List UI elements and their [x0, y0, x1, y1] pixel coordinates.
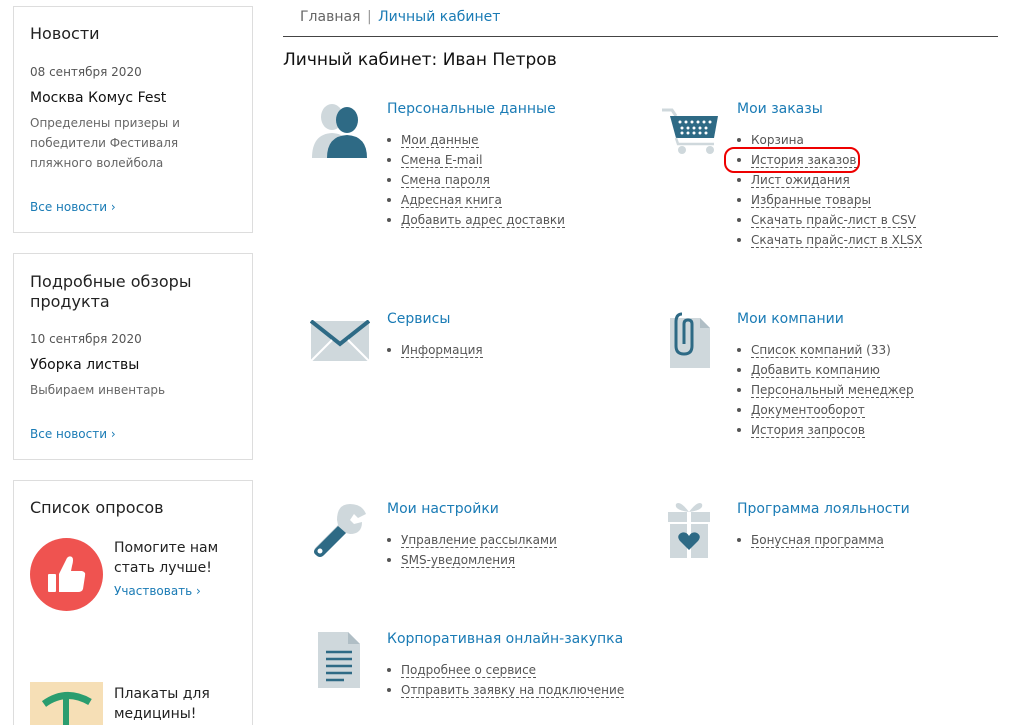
- favorites-link[interactable]: Избранные товары: [751, 193, 871, 208]
- news-date: 08 сентября 2020: [30, 65, 142, 79]
- polls-card-title: Список опросов: [30, 498, 164, 517]
- breadcrumb-home[interactable]: Главная: [300, 9, 360, 25]
- header-divider: [283, 36, 998, 37]
- link-bonus-program: Бонусная программа: [737, 530, 884, 550]
- paperclip-document-icon: [668, 312, 712, 370]
- link-price-csv: Скачать прайс-лист в CSV: [737, 210, 922, 230]
- personal-data-links: Мои данные Смена E-mail Смена пароля Адр…: [387, 130, 565, 230]
- document-icon: [316, 630, 362, 690]
- news-text: Определены призеры и победители Фестивал…: [30, 116, 180, 170]
- wait-list-link[interactable]: Лист ожидания: [751, 173, 850, 188]
- link-wait-list: Лист ожидания: [737, 170, 922, 190]
- user-icon: [310, 100, 370, 160]
- price-csv-link[interactable]: Скачать прайс-лист в CSV: [751, 213, 916, 228]
- document-flow-link[interactable]: Документооборот: [751, 403, 865, 418]
- loyalty-program-title[interactable]: Программа лояльности: [737, 501, 910, 517]
- services-title[interactable]: Сервисы: [387, 311, 450, 327]
- loyalty-program-links: Бонусная программа: [737, 530, 884, 550]
- my-settings-title[interactable]: Мои настройки: [387, 501, 499, 517]
- request-history-link[interactable]: История запросов: [751, 423, 865, 438]
- link-send-request: Отправить заявку на подключение: [387, 680, 625, 700]
- poll-item-2-line2: медицины!: [114, 706, 197, 722]
- shopping-cart-icon: [660, 106, 722, 156]
- my-data-link[interactable]: Мои данные: [401, 133, 479, 148]
- link-sms-notifications: SMS-уведомления: [387, 550, 557, 570]
- thumbs-up-icon[interactable]: [30, 538, 103, 611]
- breadcrumb-separator: |: [366, 9, 372, 25]
- corporate-purchase-title[interactable]: Корпоративная онлайн-закупка: [387, 631, 623, 647]
- information-link[interactable]: Информация: [401, 343, 483, 358]
- participate-link[interactable]: Участвовать ›: [114, 584, 201, 598]
- link-manage-mailings: Управление рассылками: [387, 530, 557, 550]
- add-company-link[interactable]: Добавить компанию: [751, 363, 880, 378]
- link-change-email: Смена E-mail: [387, 150, 565, 170]
- bonus-program-link[interactable]: Бонусная программа: [751, 533, 884, 548]
- news-card-title: Новости: [30, 24, 100, 43]
- order-history-link[interactable]: История заказов: [751, 153, 857, 168]
- poll-item-1-line2: стать лучше!: [114, 560, 212, 576]
- personal-manager-link[interactable]: Персональный менеджер: [751, 383, 914, 398]
- polls-card: Список опросов Помогите нам стать лучше!…: [13, 480, 253, 725]
- reviews-text: Выбираем инвентарь: [30, 383, 166, 397]
- medicine-poster-icon[interactable]: [30, 682, 103, 725]
- cart-link[interactable]: Корзина: [751, 133, 804, 147]
- my-settings-links: Управление рассылками SMS-уведомления: [387, 530, 557, 570]
- service-details-link[interactable]: Подробнее о сервисе: [401, 663, 537, 678]
- add-delivery-address-link[interactable]: Добавить адрес доставки: [401, 213, 565, 228]
- my-companies-title[interactable]: Мои компании: [737, 311, 844, 327]
- my-orders-title[interactable]: Мои заказы: [737, 101, 823, 117]
- link-favorites: Избранные товары: [737, 190, 922, 210]
- page-title: Личный кабинет: Иван Петров: [283, 50, 557, 70]
- all-news-link[interactable]: Все новости ›: [30, 200, 116, 214]
- my-companies-links: Список компаний (33) Добавить компанию П…: [737, 340, 914, 440]
- reviews-headline[interactable]: Уборка листвы: [30, 357, 139, 373]
- gift-heart-icon: [666, 498, 712, 560]
- link-price-xlsx: Скачать прайс-лист в XLSX: [737, 230, 923, 250]
- link-cart: Корзина: [737, 130, 922, 150]
- breadcrumb: Главная | Личный кабинет: [300, 9, 500, 25]
- breadcrumb-current[interactable]: Личный кабинет: [378, 9, 500, 25]
- change-email-link[interactable]: Смена E-mail: [401, 153, 483, 168]
- wrench-icon: [310, 500, 370, 560]
- link-service-details: Подробнее о сервисе: [387, 660, 624, 680]
- personal-data-title[interactable]: Персональные данные: [387, 101, 556, 117]
- manage-mailings-link[interactable]: Управление рассылками: [401, 533, 557, 548]
- my-orders-links: Корзина История заказов Лист ожидания Из…: [737, 130, 923, 250]
- link-order-history: История заказов: [737, 150, 922, 170]
- send-connection-request-link[interactable]: Отправить заявку на подключение: [401, 683, 625, 698]
- link-company-list: Список компаний (33): [737, 340, 914, 360]
- reviews-card-title-line2: продукта: [30, 292, 110, 311]
- company-list-link[interactable]: Список компаний: [751, 343, 863, 358]
- reviews-date: 10 сентября 2020: [30, 332, 142, 346]
- services-links: Информация: [387, 340, 483, 360]
- news-headline[interactable]: Москва Комус Fest: [30, 90, 166, 106]
- link-change-password: Смена пароля: [387, 170, 565, 190]
- poll-item-2-line1: Плакаты для: [114, 686, 210, 702]
- company-count: (33): [866, 343, 891, 357]
- address-book-link[interactable]: Адресная книга: [401, 193, 502, 208]
- link-add-company: Добавить компанию: [737, 360, 914, 380]
- price-xlsx-link[interactable]: Скачать прайс-лист в XLSX: [751, 233, 923, 248]
- link-my-data: Мои данные: [387, 130, 565, 150]
- envelope-icon: [309, 319, 371, 362]
- link-information: Информация: [387, 340, 483, 360]
- sms-notifications-link[interactable]: SMS-уведомления: [401, 553, 516, 568]
- all-reviews-link[interactable]: Все новости ›: [30, 427, 116, 441]
- link-request-history: История запросов: [737, 420, 914, 440]
- link-address-book: Адресная книга: [387, 190, 565, 210]
- link-personal-manager: Персональный менеджер: [737, 380, 914, 400]
- poll-item-1-line1: Помогите нам: [114, 540, 219, 556]
- change-password-link[interactable]: Смена пароля: [401, 173, 490, 188]
- reviews-card-title-line1: Подробные обзоры: [30, 272, 192, 291]
- corporate-purchase-links: Подробнее о сервисе Отправить заявку на …: [387, 660, 625, 700]
- link-document-flow: Документооборот: [737, 400, 914, 420]
- reviews-card: Подробные обзоры продукта 10 сентября 20…: [13, 253, 253, 460]
- news-card: Новости 08 сентября 2020 Москва Комус Fe…: [13, 6, 253, 233]
- link-add-delivery-address: Добавить адрес доставки: [387, 210, 565, 230]
